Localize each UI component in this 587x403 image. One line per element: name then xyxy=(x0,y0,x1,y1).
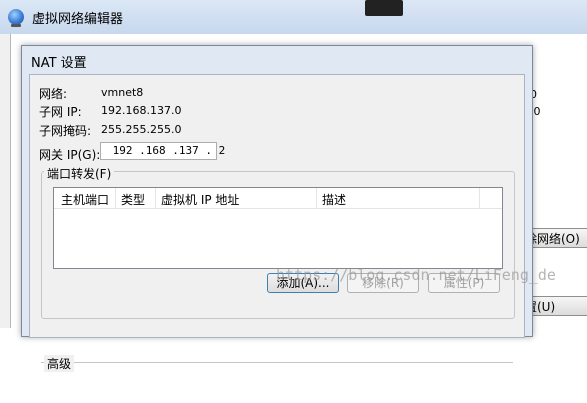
network-globe-icon xyxy=(8,9,24,27)
editor-titlebar: 虚拟网络编辑器 xyxy=(0,0,587,34)
table-header: 主机端口 类型 虚拟机 IP 地址 描述 xyxy=(54,188,502,209)
column-divider[interactable] xyxy=(316,188,317,208)
column-header-type[interactable]: 类型 xyxy=(121,191,145,208)
editor-title: 虚拟网络编辑器 xyxy=(32,12,124,27)
subnet-mask-value: 255.255.255.0 xyxy=(101,123,182,136)
subnet-ip-value: 192.168.137.0 xyxy=(101,104,182,117)
column-header-description[interactable]: 描述 xyxy=(322,191,346,208)
advanced-label: 高级 xyxy=(44,355,75,372)
subnet-mask-label: 子网掩码: xyxy=(39,124,92,138)
nat-titlebar[interactable]: NAT 设置 xyxy=(22,46,532,74)
column-header-vm-ip[interactable]: 虚拟机 IP 地址 xyxy=(161,191,239,208)
column-divider[interactable] xyxy=(479,188,480,208)
dialog-title: NAT 设置 xyxy=(31,56,87,71)
column-header-host-port[interactable]: 主机端口 xyxy=(61,191,109,208)
gateway-ip-input[interactable]: 192 .168 .137 . 2 xyxy=(100,142,225,160)
port-forwarding-title: 端口转发(F) xyxy=(44,165,115,182)
column-divider[interactable] xyxy=(115,188,116,208)
nat-dialog-body: 网络: vmnet8 子网 IP: 192.168.137.0 子网掩码: 25… xyxy=(29,74,525,372)
properties-button[interactable]: 属性(P) xyxy=(428,273,500,293)
nat-settings-dialog: NAT 设置 网络: vmnet8 子网 IP: 192.168.137.0 子… xyxy=(21,45,533,372)
column-divider[interactable] xyxy=(155,188,156,208)
port-forwarding-table[interactable]: 主机端口 类型 虚拟机 IP 地址 描述 xyxy=(53,187,503,269)
remove-button[interactable]: 移除(R) xyxy=(347,273,419,293)
network-value: vmnet8 xyxy=(101,86,144,99)
overlapping-window-fragment xyxy=(365,0,403,16)
network-label: 网络: xyxy=(39,87,68,101)
subnet-ip-label: 子网 IP: xyxy=(39,105,82,119)
add-button[interactable]: 添加(A)... xyxy=(267,273,339,293)
gateway-ip-label: 网关 IP(G): xyxy=(39,148,101,162)
advanced-group xyxy=(41,362,513,403)
